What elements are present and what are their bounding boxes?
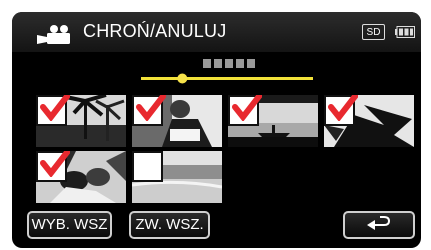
select-checkbox[interactable] — [36, 95, 70, 126]
thumbnail-3[interactable] — [228, 95, 318, 147]
select-checkbox[interactable] — [132, 95, 166, 126]
camera-lcd-screen: CHROŃ/ANULUJ SD WYB. WSZ ZW. WSZ. — [12, 12, 421, 248]
scroll-track — [141, 77, 313, 80]
back-button[interactable] — [343, 211, 415, 239]
thumbnail-1[interactable] — [36, 95, 126, 147]
select-checkbox[interactable] — [324, 95, 358, 126]
select-checkbox[interactable] — [36, 151, 70, 182]
checkmark-icon — [136, 95, 166, 121]
return-arrow-icon — [367, 216, 391, 230]
checkmark-icon — [40, 151, 70, 177]
scroll-thumb[interactable] — [177, 73, 188, 84]
battery-icon — [395, 26, 415, 38]
header-bar: CHROŃ/ANULUJ SD — [12, 12, 421, 52]
thumbnail-6[interactable] — [132, 151, 222, 203]
select-all-button[interactable]: WYB. WSZ — [27, 211, 112, 239]
thumbnail-2[interactable] — [132, 95, 222, 147]
checkmark-icon — [40, 95, 70, 121]
checkmark-icon — [328, 95, 358, 121]
deselect-all-button[interactable]: ZW. WSZ. — [129, 211, 210, 239]
page-title: CHROŃ/ANULUJ — [83, 21, 227, 41]
scroll-slider[interactable] — [12, 56, 421, 86]
video-camera-icon — [37, 25, 70, 44]
thumbnail-5[interactable] — [36, 151, 126, 203]
select-checkbox[interactable] — [228, 95, 262, 126]
select-checkbox[interactable] — [132, 151, 163, 182]
sd-card-badge: SD — [362, 24, 385, 40]
checkmark-icon — [232, 95, 262, 121]
thumbnail-4[interactable] — [324, 95, 414, 147]
